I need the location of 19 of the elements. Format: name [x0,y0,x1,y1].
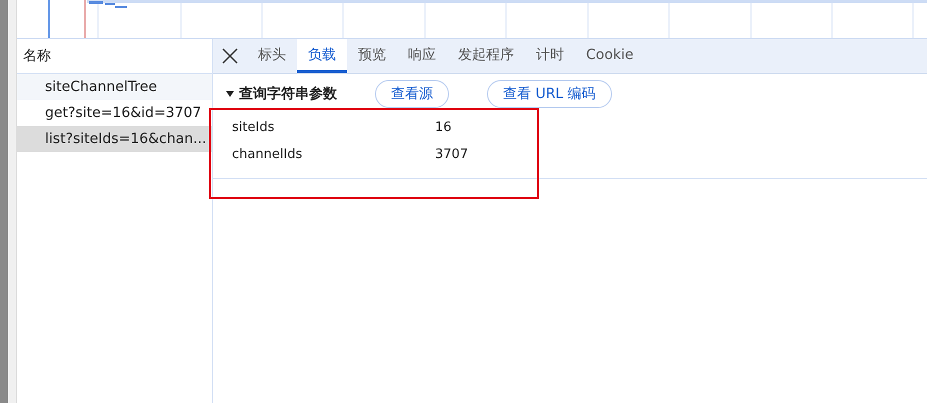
param-key: channelIds [232,147,302,162]
request-item[interactable]: get?site=16&id=3707 [17,100,212,126]
param-value: 3707 [435,147,468,162]
section-toggle[interactable]: 查询字符串参数 [225,85,337,103]
view-button[interactable]: 查看 URL 编码 [487,80,612,108]
column-header: 名称 [23,47,51,65]
tab[interactable]: 计时 [525,39,575,73]
tab[interactable]: 标头 [247,39,297,73]
tab[interactable]: 预览 [347,39,397,73]
request-item[interactable]: list?siteIds=16&chan... [17,126,212,152]
tab[interactable]: 发起程序 [447,39,525,73]
tab[interactable]: Cookie [575,39,645,73]
tab[interactable]: 响应 [397,39,447,73]
request-item[interactable]: siteChannelTree [17,74,212,100]
tab[interactable]: 负载 [297,39,347,73]
triangle-icon [225,89,235,99]
param-value: 16 [435,120,452,135]
param-key: siteIds [232,120,274,135]
view-button[interactable]: 查看源 [375,80,449,108]
